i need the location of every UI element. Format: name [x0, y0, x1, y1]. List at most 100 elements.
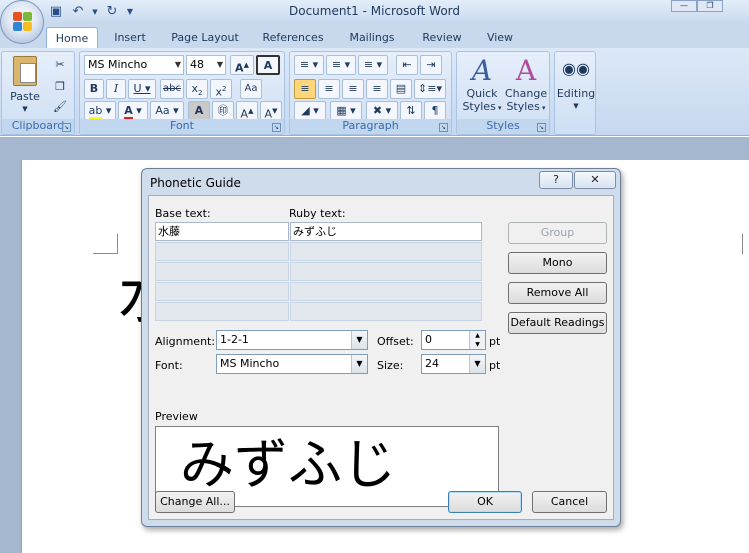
tab-page-layout[interactable]: Page Layout: [166, 27, 244, 48]
copy-icon[interactable]: ❐: [50, 78, 70, 98]
chevron-down-icon: ▼: [174, 60, 181, 69]
crop-mark: [117, 234, 118, 254]
subscript-icon[interactable]: x2: [186, 79, 208, 99]
shading-icon[interactable]: ◢ ▾: [294, 101, 326, 121]
format-painter-icon[interactable]: 🖌: [50, 98, 70, 118]
help-button[interactable]: ?: [539, 171, 573, 189]
styles-group-label: Styles: [457, 119, 549, 134]
spin-up-icon[interactable]: ▲: [470, 331, 485, 340]
group-button[interactable]: Group: [508, 222, 607, 244]
paste-button[interactable]: Paste ▼: [6, 56, 44, 116]
spin-down-icon[interactable]: ▼: [470, 340, 485, 349]
base-text-field[interactable]: 水藤: [155, 222, 289, 241]
chevron-down-icon: ▾: [539, 104, 546, 112]
tab-review[interactable]: Review: [416, 27, 468, 48]
styles-launcher-icon[interactable]: ↘: [537, 123, 546, 132]
ribbon: Paste ▼ ✂ ❐ 🖌 Clipboard ↘ MS Mincho ▼ 48…: [0, 48, 749, 136]
numbering-icon[interactable]: ≡ ▾: [326, 55, 356, 75]
chevron-down-icon[interactable]: ▼: [351, 355, 367, 373]
highlight-color-icon[interactable]: ab ▾: [84, 101, 116, 121]
title-bar: ▣ ↶ ▼ ↻ ▼ Document1 - Microsoft Word — ❐: [0, 0, 749, 44]
ok-button[interactable]: OK: [448, 491, 522, 513]
chevron-down-icon[interactable]: ▼: [469, 355, 485, 373]
asian-layout-icon[interactable]: ✖ ▾: [366, 101, 398, 121]
close-icon: ✕: [590, 173, 600, 186]
superscript-icon[interactable]: x2: [210, 79, 232, 99]
ribbon-tabs: Home Insert Page Layout References Maili…: [0, 24, 749, 48]
increase-indent-icon[interactable]: ⇥: [420, 55, 442, 75]
font-launcher-icon[interactable]: ↘: [272, 123, 281, 132]
tab-view[interactable]: View: [478, 27, 522, 48]
cancel-button[interactable]: Cancel: [532, 491, 607, 513]
change-styles-icon: A: [515, 54, 537, 87]
offset-stepper[interactable]: 0 ▲ ▼: [421, 330, 486, 350]
shrink-text-icon[interactable]: A▼: [260, 101, 282, 121]
tab-mailings[interactable]: Mailings: [342, 27, 402, 48]
paragraph-launcher-icon[interactable]: ↘: [439, 123, 448, 132]
change-case-icon[interactable]: Aa: [240, 79, 262, 99]
font-color-icon[interactable]: A ▾: [118, 101, 148, 121]
justify-icon[interactable]: ≡: [366, 79, 388, 99]
line-spacing-icon[interactable]: ⇕≡▾: [414, 79, 446, 99]
base-text-field: [155, 302, 289, 321]
multilevel-list-icon[interactable]: ≡ ▾: [358, 55, 388, 75]
sort-icon[interactable]: ⇅: [400, 101, 422, 121]
paste-icon: [13, 56, 37, 86]
remove-all-button[interactable]: Remove All: [508, 282, 607, 304]
alignment-label: Alignment:: [155, 335, 216, 348]
clipboard-launcher-icon[interactable]: ↘: [62, 123, 71, 132]
alignment-value: 1-2-1: [220, 333, 249, 346]
mono-button[interactable]: Mono: [508, 252, 607, 274]
default-readings-button[interactable]: Default Readings: [508, 312, 607, 334]
show-formatting-icon[interactable]: ¶: [424, 101, 446, 121]
distributed-icon[interactable]: ▤: [390, 79, 412, 99]
font-group-label: Font: [80, 119, 284, 134]
alignment-select[interactable]: 1-2-1 ▼: [216, 330, 368, 350]
decrease-indent-icon[interactable]: ⇤: [396, 55, 418, 75]
character-shading-icon[interactable]: A: [188, 101, 210, 121]
chevron-down-icon: ▾: [495, 104, 502, 112]
size-select[interactable]: 24 ▼: [421, 354, 486, 374]
base-text-field: [155, 242, 289, 261]
quick-styles-button[interactable]: A Quick Styles ▾: [461, 55, 503, 119]
align-left-icon[interactable]: ≡: [294, 79, 316, 99]
bold-icon[interactable]: B: [84, 79, 104, 99]
close-button[interactable]: ✕: [574, 171, 616, 189]
font-value: MS Mincho: [220, 357, 280, 370]
strikethrough-icon[interactable]: abc: [160, 79, 184, 99]
chevron-down-icon[interactable]: ▼: [351, 331, 367, 349]
align-center-icon[interactable]: ≡: [318, 79, 340, 99]
grow-font-icon[interactable]: A▲: [230, 55, 254, 75]
font-size-combo[interactable]: 48 ▼: [186, 55, 226, 75]
minimize-icon[interactable]: —: [671, 0, 697, 12]
underline-icon[interactable]: U ▾: [128, 79, 156, 99]
quick-styles-label: Quick: [466, 87, 498, 100]
editing-button[interactable]: ◉◉ Editing ▼: [556, 55, 596, 119]
borders-icon[interactable]: ▦ ▾: [330, 101, 362, 121]
size-value: 24: [425, 357, 439, 370]
font-select[interactable]: MS Mincho ▼: [216, 354, 368, 374]
font-name-combo[interactable]: MS Mincho ▼: [84, 55, 184, 75]
font-size-style-icon[interactable]: Aa ▾: [150, 101, 184, 121]
align-right-icon[interactable]: ≡: [342, 79, 364, 99]
bullets-icon[interactable]: ≡ ▾: [294, 55, 324, 75]
paste-dropdown-icon[interactable]: ▼: [6, 103, 44, 116]
ruby-text-field[interactable]: みずふじ: [290, 222, 482, 241]
office-button[interactable]: [0, 0, 44, 44]
clear-formatting-icon[interactable]: A: [256, 55, 280, 75]
font-size-value: 48: [190, 58, 204, 71]
phonetic-guide-dialog: Phonetic Guide ? ✕ Base text: Ruby text:…: [141, 168, 621, 527]
change-styles-button[interactable]: A Change Styles ▾: [505, 55, 547, 119]
tab-home[interactable]: Home: [46, 27, 98, 48]
grow-text-icon[interactable]: A▲: [236, 101, 258, 121]
change-all-button[interactable]: Change All...: [155, 491, 235, 513]
restore-icon[interactable]: ❐: [697, 0, 723, 12]
spin-buttons[interactable]: ▲ ▼: [469, 331, 485, 349]
cut-icon[interactable]: ✂: [50, 56, 70, 76]
enclose-characters-icon[interactable]: ㊞: [212, 101, 234, 121]
tab-references[interactable]: References: [258, 27, 328, 48]
tab-insert[interactable]: Insert: [106, 27, 154, 48]
font-name-value: MS Mincho: [88, 58, 148, 71]
italic-icon[interactable]: I: [106, 79, 126, 99]
offset-label: Offset:: [377, 335, 414, 348]
